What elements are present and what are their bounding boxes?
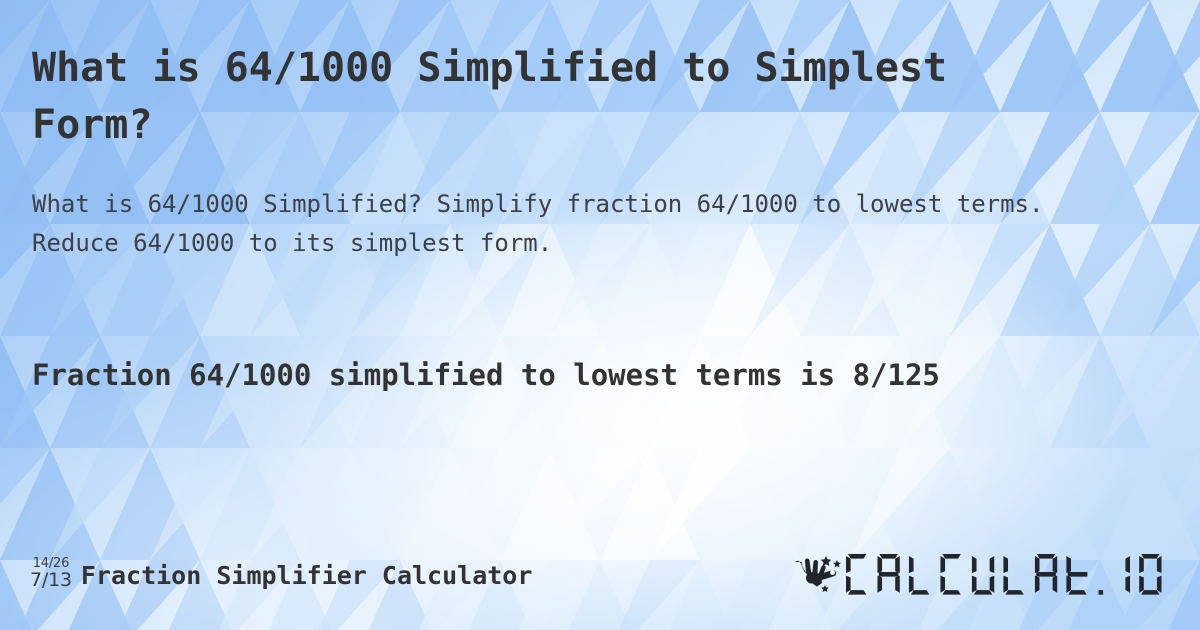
page-title: What is 64/1000 Simplified to Simplest F…	[32, 45, 972, 148]
footer-title: Fraction Simplifier Calculator	[80, 560, 533, 590]
page-subtitle: What is 64/1000 Simplified? Simplify fra…	[32, 190, 1058, 257]
brand-logo[interactable]	[788, 546, 1172, 604]
brand-wordmark	[846, 554, 1162, 595]
result-statement: Fraction 64/1000 simplified to lowest te…	[32, 358, 940, 392]
fraction-simplify-icon: 14/26 7/13	[30, 557, 72, 592]
footer-brand-group: 14/26 7/13 Fraction Simplifier Calculato…	[30, 546, 532, 604]
magic-wand-hand-icon	[795, 556, 841, 592]
fraction-simplify-icon-bottom: 7/13	[30, 568, 72, 591]
og-image-card: What is 64/1000 Simplified to Simplest F…	[0, 0, 1200, 630]
footer: 14/26 7/13 Fraction Simplifier Calculato…	[0, 546, 1200, 604]
